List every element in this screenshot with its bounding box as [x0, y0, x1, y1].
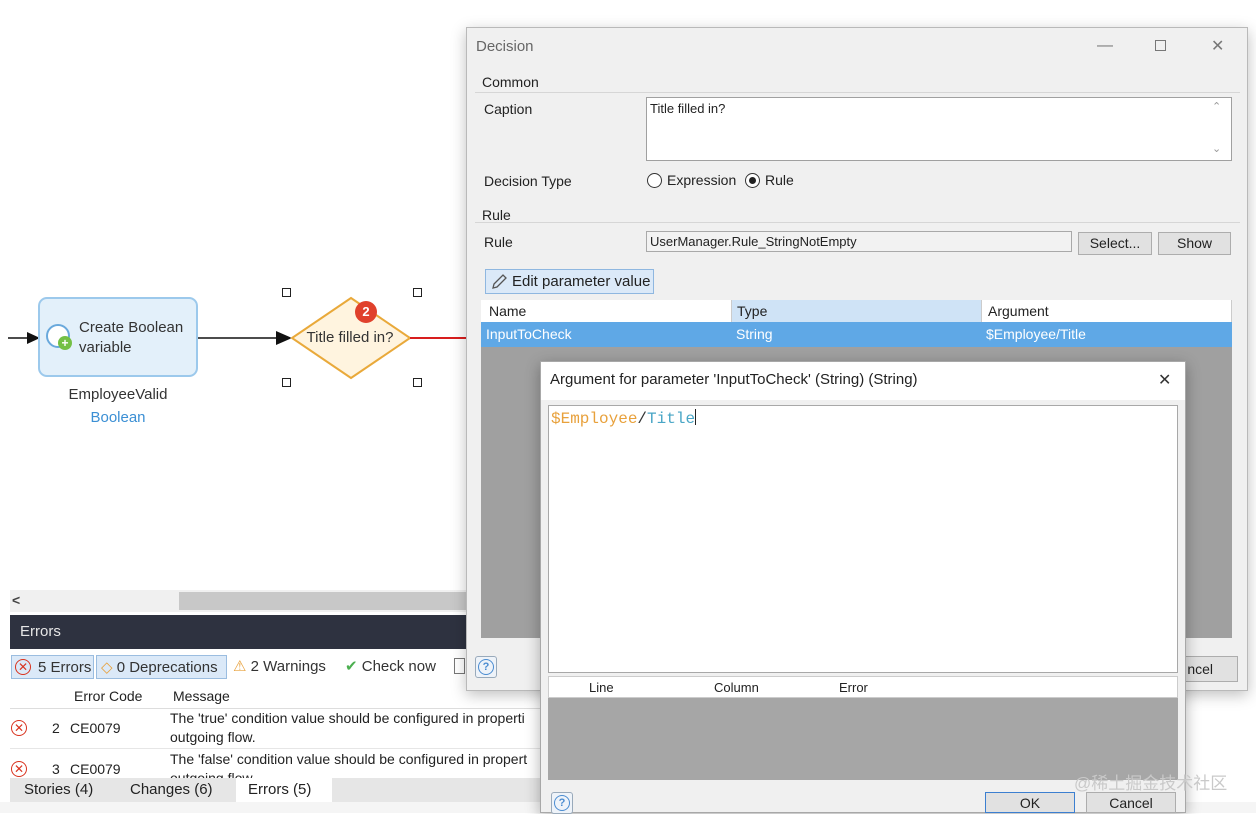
error-message: The 'true' condition value should be con…	[170, 710, 525, 726]
argument-close-icon[interactable]: ✕	[1158, 370, 1171, 390]
tab-changes[interactable]: Changes (6)	[118, 778, 225, 802]
error-icon: ✕	[15, 659, 31, 675]
tab-stories[interactable]: Stories (4)	[12, 778, 105, 802]
watermark: @稀土掘金技术社区	[1074, 774, 1228, 793]
rule-radio-label[interactable]: Rule	[765, 172, 794, 188]
select-rule-button[interactable]: Select...	[1078, 232, 1152, 255]
argument-dialog-title: Argument for parameter 'InputToCheck' (S…	[550, 371, 918, 388]
cancel-button[interactable]: Cancel	[1086, 792, 1176, 813]
col-type[interactable]: Type	[732, 300, 982, 322]
expression-errors-list	[548, 698, 1178, 780]
col-column[interactable]: Column	[714, 680, 759, 695]
pencil-icon	[492, 274, 507, 289]
param-name: InputToCheck	[486, 326, 572, 342]
row-number: 2	[52, 720, 60, 736]
col-error[interactable]: Error	[839, 680, 868, 695]
col-line[interactable]: Line	[589, 680, 614, 695]
error-message: The 'false' condition value should be co…	[170, 751, 528, 767]
warnings-filter-label: 2 Warnings	[250, 658, 326, 675]
decision-type-label: Decision Type	[484, 173, 572, 189]
maximize-icon[interactable]	[1155, 40, 1166, 51]
variable-name: EmployeeValid	[68, 386, 168, 403]
sequence-flow-arrow	[276, 331, 292, 345]
help-icon: ?	[478, 659, 494, 675]
selection-handle-tr[interactable]	[413, 288, 422, 297]
row-number: 3	[52, 761, 60, 777]
variable-type: Boolean	[90, 409, 146, 426]
decision-help-button[interactable]: ?	[475, 656, 497, 678]
hscrollbar-thumb[interactable]	[179, 592, 466, 610]
table-row[interactable]: ✕ 3 CE0079 The 'false' condition value s…	[10, 749, 540, 779]
param-type: String	[736, 326, 773, 342]
error-icon: ✕	[11, 761, 27, 777]
col-message[interactable]: Message	[173, 688, 230, 704]
errors-grid-header: Error Code Message	[10, 686, 540, 709]
selection-handle-br[interactable]	[413, 378, 422, 387]
col-error-code[interactable]: Error Code	[74, 688, 142, 704]
warnings-filter-button[interactable]: ⚠ 2 Warnings	[229, 655, 337, 679]
caption-textarea[interactable]: Title filled in?	[646, 97, 1232, 161]
ok-button[interactable]: OK	[985, 792, 1075, 813]
edit-parameter-label: Edit parameter value	[512, 273, 651, 290]
deprecations-filter-button[interactable]: ◇ 0 Deprecations	[96, 655, 227, 679]
decision-label[interactable]: Title filled in?	[300, 329, 400, 346]
tab-errors[interactable]: Errors (5)	[236, 778, 332, 802]
check-now-button[interactable]: ✔ Check now	[341, 655, 445, 679]
argument-help-button[interactable]: ?	[551, 792, 573, 814]
expression-editor[interactable]: $Employee/Title	[548, 405, 1178, 673]
param-argument: $Employee/Title	[986, 326, 1086, 342]
plus-icon: +	[58, 336, 72, 350]
deprecations-filter-label: 0 Deprecations	[116, 659, 218, 676]
expression-radio[interactable]	[647, 173, 662, 188]
rule-radio-dot	[749, 177, 756, 184]
help-icon: ?	[554, 795, 570, 811]
caption-label: Caption	[484, 101, 533, 117]
show-rule-button[interactable]: Show	[1158, 232, 1231, 255]
check-now-label: Check now	[361, 658, 436, 675]
col-name[interactable]: Name	[484, 300, 732, 322]
decision-dialog-title: Decision	[476, 38, 534, 55]
selection-handle-tl[interactable]	[282, 288, 291, 297]
selection-handle-bl[interactable]	[282, 378, 291, 387]
activity-label: Create Boolean variable	[79, 319, 184, 356]
errors-pane-title: Errors	[10, 615, 466, 649]
expression-attribute: Title	[647, 410, 696, 428]
error-code: CE0079	[70, 720, 121, 736]
common-section-title: Common	[482, 74, 539, 90]
errors-filter-button[interactable]: ✕ 5 Errors	[11, 655, 94, 679]
rule-field[interactable]: UserManager.Rule_StringNotEmpty	[646, 231, 1072, 252]
scroll-left-arrow-icon[interactable]: <	[12, 592, 20, 608]
expression-radio-label[interactable]: Expression	[667, 172, 736, 188]
rule-label: Rule	[484, 234, 513, 250]
expression-separator: /	[637, 410, 648, 428]
expression-variable: $Employee	[551, 410, 638, 428]
error-count-badge: 2	[355, 301, 377, 323]
rule-section-title: Rule	[482, 207, 511, 223]
check-icon: ✔	[345, 658, 358, 675]
scroll-up-icon[interactable]: ⌃	[1212, 100, 1221, 113]
deprecation-icon: ◇	[101, 659, 113, 676]
close-icon[interactable]: ✕	[1211, 36, 1224, 56]
warning-icon: ⚠	[233, 658, 247, 675]
error-code: CE0079	[70, 761, 121, 777]
scroll-down-icon[interactable]: ⌄	[1212, 142, 1221, 155]
error-message-line2: outgoing flow.	[170, 729, 256, 745]
minimize-icon[interactable]: —	[1097, 37, 1113, 55]
col-argument[interactable]: Argument	[983, 300, 1232, 322]
table-row[interactable]	[481, 322, 1232, 347]
table-row[interactable]: ✕ 2 CE0079 The 'true' condition value sh…	[10, 708, 540, 749]
text-caret	[695, 409, 697, 425]
expression-errors-header: Line Column Error	[548, 676, 1178, 698]
rule-groupbox	[475, 222, 1240, 223]
edit-parameter-button[interactable]: Edit parameter value	[485, 269, 654, 294]
export-icon[interactable]	[454, 658, 465, 674]
error-icon: ✕	[11, 720, 27, 736]
